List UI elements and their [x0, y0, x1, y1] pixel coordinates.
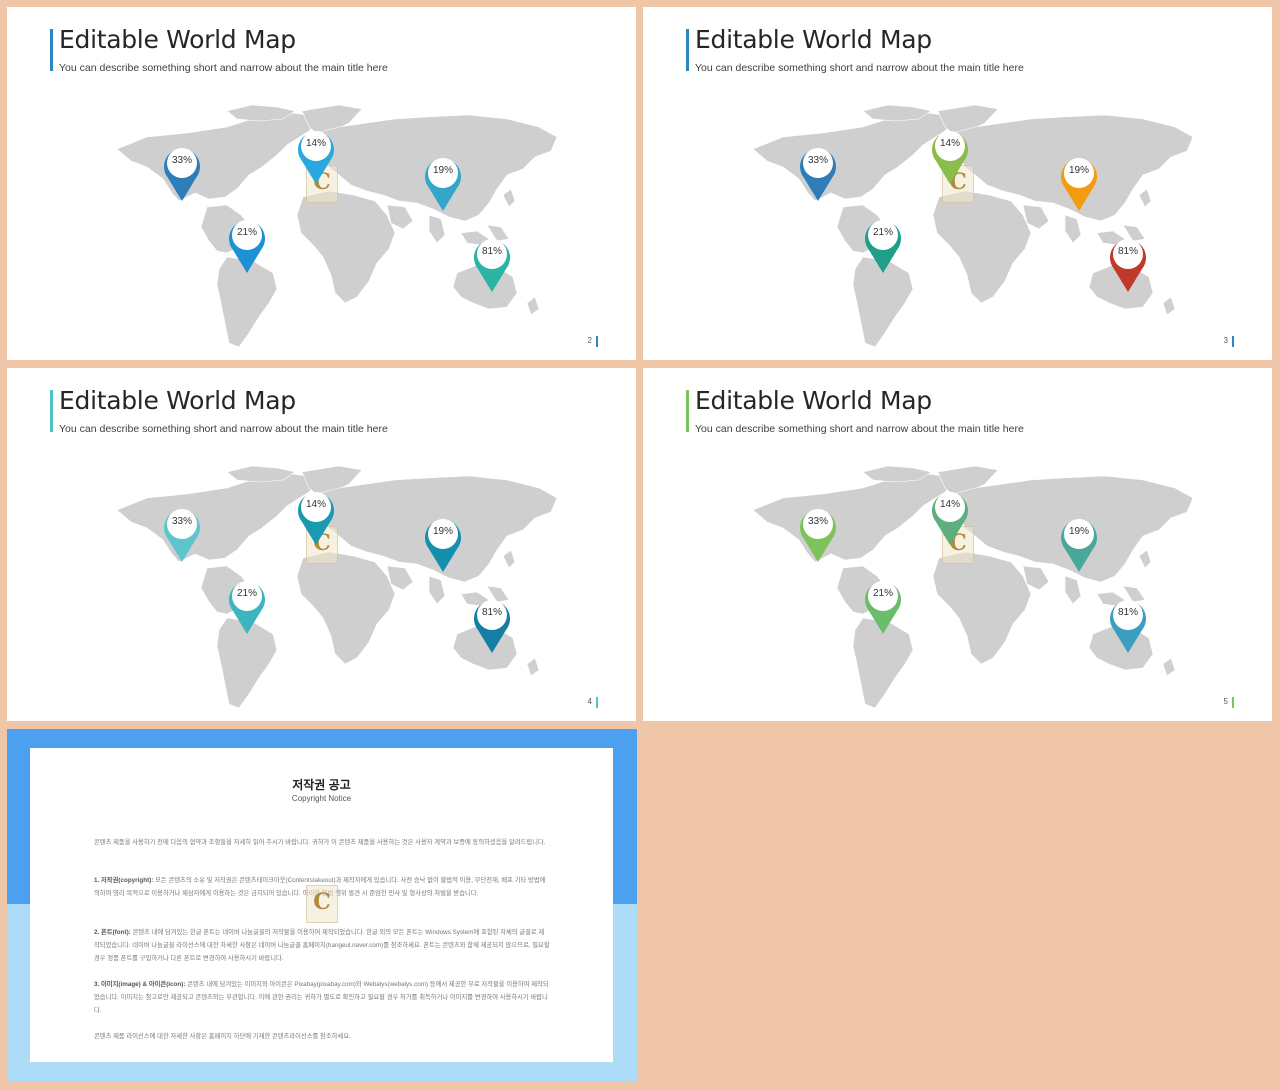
pin-percent-label: 19% — [1068, 165, 1089, 176]
map-pin: 33% — [162, 144, 202, 202]
pin-percent-label: 14% — [939, 138, 960, 149]
notice-font-head: 2. 폰트(font): — [94, 929, 131, 936]
pin-percent-label: 14% — [305, 138, 326, 149]
map-pin: 33% — [162, 505, 202, 563]
title-accent-bar — [686, 29, 689, 71]
slide-title: Editable World Map — [695, 25, 932, 54]
page-number-bar — [1232, 336, 1234, 347]
notice-title: 저작권 공고 — [292, 778, 351, 792]
slide-title: Editable World Map — [695, 386, 932, 415]
map-pin: 14% — [296, 127, 336, 185]
page-number: 5 — [1223, 697, 1228, 706]
map-pin: 81% — [472, 596, 512, 654]
map-slide: Editable World Map You can describe somet… — [643, 7, 1272, 360]
notice-font: 2. 폰트(font): 콘텐츠 내에 담겨있는 한글 폰트는 네이버 나눔글꼴… — [94, 926, 550, 965]
title-accent-bar — [50, 390, 53, 432]
map-pin: 81% — [1108, 235, 1148, 293]
pin-percent-label: 19% — [1068, 526, 1089, 537]
pin-percent-label: 33% — [171, 155, 192, 166]
map-slide: Editable World Map You can describe somet… — [7, 368, 636, 721]
pin-percent-label: 21% — [236, 588, 257, 599]
pin-percent-label: 14% — [305, 499, 326, 510]
map-pin: 21% — [227, 216, 267, 274]
map-pin: 81% — [1108, 596, 1148, 654]
slide-subtitle: You can describe something short and nar… — [59, 423, 388, 435]
notice-subtitle: Copyright Notice — [291, 794, 352, 803]
notice-image: 3. 이미지(image) & 아이콘(icon): 콘텐츠 내에 담겨있는 이… — [94, 978, 550, 1017]
map-pin: 21% — [227, 577, 267, 635]
logo-watermark: C — [306, 885, 338, 923]
pin-percent-label: 21% — [872, 227, 893, 238]
slide-subtitle: You can describe something short and nar… — [695, 62, 1024, 74]
pin-percent-label: 33% — [807, 155, 828, 166]
pin-percent-label: 14% — [939, 499, 960, 510]
title-accent-bar — [50, 29, 53, 71]
title-accent-bar — [686, 390, 689, 432]
map-pin: 81% — [472, 235, 512, 293]
slide-title: Editable World Map — [59, 25, 296, 54]
slide-subtitle: You can describe something short and nar… — [59, 62, 388, 74]
page-number-bar — [596, 697, 598, 708]
pin-percent-label: 21% — [236, 227, 257, 238]
page-number: 4 — [587, 697, 592, 706]
pin-percent-label: 81% — [1117, 246, 1138, 257]
page-number: 2 — [587, 336, 592, 345]
map-pin: 14% — [930, 488, 970, 546]
pin-percent-label: 21% — [872, 588, 893, 599]
map-pin: 14% — [296, 488, 336, 546]
map-slide: Editable World Map You can describe somet… — [643, 368, 1272, 721]
map-pin: 19% — [1059, 515, 1099, 573]
notice-card: 저작권 공고 Copyright Notice 콘텐츠 제품을 사용하기 전에 … — [30, 748, 613, 1062]
page-number: 3 — [1223, 336, 1228, 345]
notice-font-text: 콘텐츠 내에 담겨있는 한글 폰트는 네이버 나눔글꼴의 저작물을 이용하여 제… — [94, 929, 550, 962]
notice-intro: 콘텐츠 제품을 사용하기 전에 다음의 협약과 조항들을 자세히 읽어 주시기 … — [94, 839, 546, 846]
pin-percent-label: 19% — [432, 526, 453, 537]
map-pin: 19% — [423, 154, 463, 212]
map-pin: 21% — [863, 216, 903, 274]
pin-percent-label: 81% — [481, 246, 502, 257]
map-pin: 33% — [798, 144, 838, 202]
map-pin: 33% — [798, 505, 838, 563]
pin-percent-label: 19% — [432, 165, 453, 176]
slide-title: Editable World Map — [59, 386, 296, 415]
slide-subtitle: You can describe something short and nar… — [695, 423, 1024, 435]
map-slide: Editable World Map You can describe somet… — [7, 7, 636, 360]
pin-percent-label: 33% — [807, 516, 828, 527]
map-pin: 21% — [863, 577, 903, 635]
pin-percent-label: 81% — [1117, 607, 1138, 618]
map-pin: 14% — [930, 127, 970, 185]
notice-copyright-head: 1. 저작권(copyright): — [94, 877, 154, 884]
page-number-bar — [596, 336, 598, 347]
page-number-bar — [1232, 697, 1234, 708]
notice-outro: 콘텐츠 제품 라이선스에 대한 자세한 사항은 홈페이지 하단에 기재한 콘텐츠… — [94, 1033, 351, 1040]
notice-image-head: 3. 이미지(image) & 아이콘(icon): — [94, 981, 186, 988]
copyright-notice-slide: 저작권 공고 Copyright Notice 콘텐츠 제품을 사용하기 전에 … — [7, 729, 637, 1082]
pin-percent-label: 33% — [171, 516, 192, 527]
pin-percent-label: 81% — [481, 607, 502, 618]
map-pin: 19% — [1059, 154, 1099, 212]
map-pin: 19% — [423, 515, 463, 573]
